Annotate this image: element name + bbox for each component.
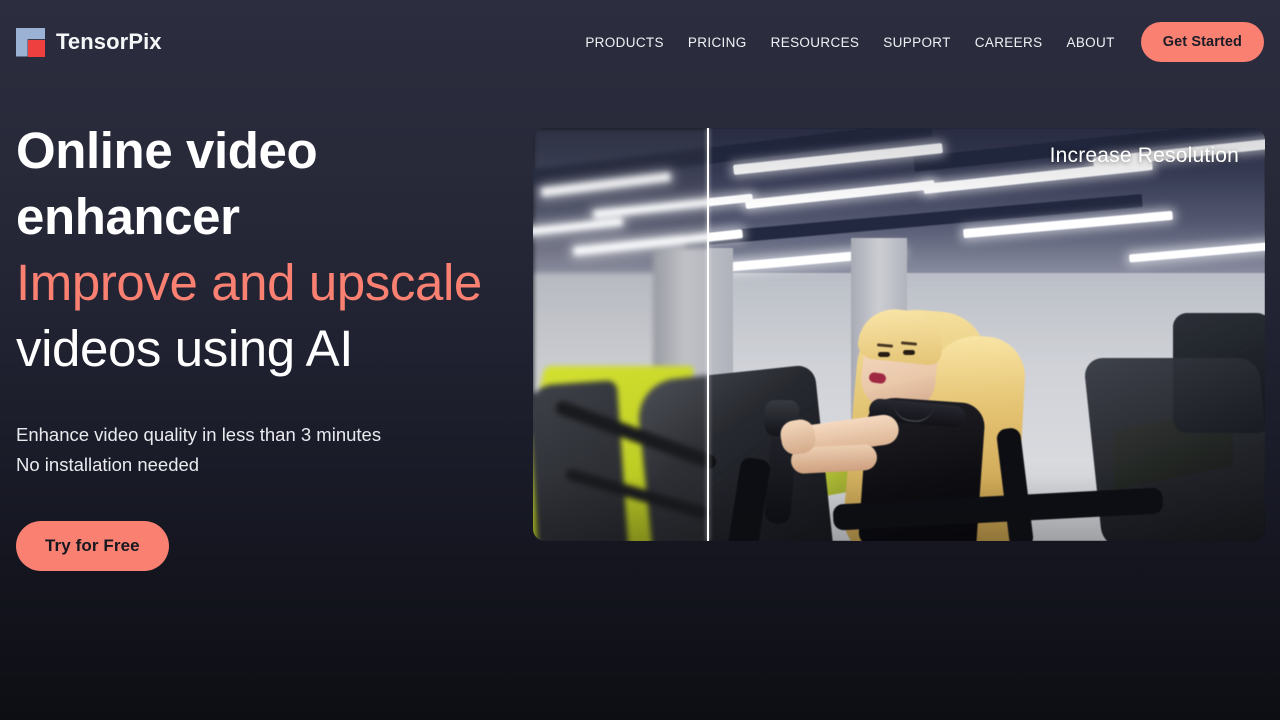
get-started-button[interactable]: Get Started (1140, 22, 1264, 62)
video-comparison-player[interactable]: Increase Resolution (533, 128, 1265, 541)
hero-content: Online video enhancer Improve and upscal… (16, 118, 516, 571)
brand-name: TensorPix (56, 29, 162, 54)
nav-item-pricing[interactable]: PRICING (676, 27, 759, 58)
nav-item-products[interactable]: PRODUCTS (573, 27, 676, 58)
gym-scene-before (533, 128, 707, 541)
subtitle-line-1: Enhance video quality in less than 3 min… (16, 424, 382, 445)
headline-line-3-accent: Improve and upscale (16, 254, 482, 311)
video-feature-label: Increase Resolution (1049, 144, 1239, 167)
headline-line-2: enhancer (16, 188, 240, 245)
page-title: Online video enhancer Improve and upscal… (16, 118, 516, 382)
headline-line-1: Online video (16, 122, 318, 179)
hero-subtitle: Enhance video quality in less than 3 min… (16, 420, 516, 480)
landing-page: TensorPix PRODUCTS PRICING RESOURCES SUP… (0, 0, 1280, 720)
comparison-slider-handle[interactable] (707, 128, 709, 541)
subtitle-line-2: No installation needed (16, 454, 200, 475)
video-frame-after (707, 128, 1265, 541)
headline-line-4: videos using AI (16, 320, 354, 377)
tensorpix-logo-icon (16, 27, 45, 57)
nav-item-support[interactable]: SUPPORT (871, 27, 962, 58)
nav-item-about[interactable]: ABOUT (1054, 27, 1126, 58)
brand-logo[interactable]: TensorPix (16, 27, 162, 57)
site-header: TensorPix PRODUCTS PRICING RESOURCES SUP… (0, 0, 1280, 84)
video-frame-before (533, 128, 707, 541)
nav-item-careers[interactable]: CAREERS (963, 27, 1055, 58)
main-navigation: PRODUCTS PRICING RESOURCES SUPPORT CAREE… (573, 22, 1264, 62)
nav-item-resources[interactable]: RESOURCES (759, 27, 872, 58)
gym-scene-after (707, 128, 1265, 541)
try-for-free-button[interactable]: Try for Free (16, 521, 169, 571)
